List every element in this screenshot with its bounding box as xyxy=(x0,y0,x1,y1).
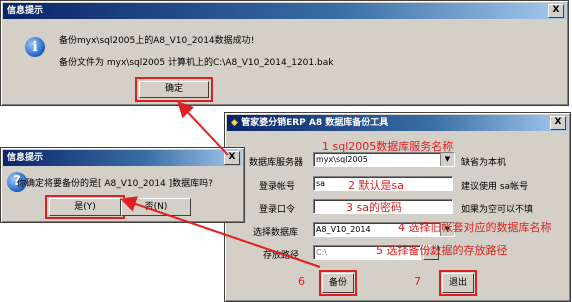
server-hint: 缺省为本机 xyxy=(461,158,507,168)
success-close-button[interactable]: X xyxy=(548,4,564,18)
annotation-1: 1 sql2005数据库服务名称 xyxy=(322,140,454,153)
yes-button[interactable]: 是(Y) xyxy=(49,198,121,216)
success-dialog-title: 信息提示 xyxy=(7,6,44,16)
tool-close-button[interactable]: X xyxy=(550,116,566,130)
chevron-down-icon[interactable]: ▼ xyxy=(440,153,454,166)
annotation-4: 4 选择旧帐套对应的数据库名称 xyxy=(398,221,552,234)
database-value: A8_V10_2014 xyxy=(316,225,371,234)
no-button[interactable]: 否(N) xyxy=(121,198,191,216)
password-hint: 如果为空可以不填 xyxy=(461,205,534,215)
confirm-message: 你确定将要备份的是[ A8_V10_2014 ]数据库吗? xyxy=(17,179,213,189)
account-label: 登录帐号 xyxy=(259,182,296,192)
ok-button[interactable]: 确定 xyxy=(139,81,209,98)
success-dialog: 信息提示 X i 备份myx\sql2005上的A8_V10_2014数据成功!… xyxy=(0,0,569,106)
exit-button[interactable]: 退出 xyxy=(442,273,474,293)
annotation-3: 3 sa的密码 xyxy=(346,201,402,214)
annotation-7: 7 xyxy=(414,275,421,288)
confirm-dialog: 信息提示 X ? 你确定将要备份的是[ A8_V10_2014 ]数据库吗? 是… xyxy=(0,147,245,223)
server-select[interactable]: myx\sql2005 ▼ xyxy=(313,152,455,167)
tool-logo-icon: ◆ xyxy=(231,118,242,128)
server-value: myx\sql2005 xyxy=(316,155,368,164)
server-label: 数据库服务器 xyxy=(249,158,304,168)
path-label: 存放路径 xyxy=(263,251,300,261)
success-line-1: 备份myx\sql2005上的A8_V10_2014数据成功! xyxy=(59,36,255,46)
info-icon: i xyxy=(25,37,45,57)
confirm-dialog-titlebar[interactable]: 信息提示 X xyxy=(3,150,242,166)
backup-tool-titlebar[interactable]: ◆ 管家婆分销ERP A8 数据库备份工具 X xyxy=(227,115,568,131)
confirm-dialog-title: 信息提示 xyxy=(7,153,44,163)
backup-tool-title: 管家婆分销ERP A8 数据库备份工具 xyxy=(241,118,389,128)
annotation-2: 2 默认是sa xyxy=(348,179,404,192)
confirm-close-button[interactable]: X xyxy=(224,151,240,165)
annotation-6: 6 xyxy=(298,275,305,288)
success-line-2: 备份文件为 myx\sql2005 计算机上的C:\A8_V10_2014_12… xyxy=(59,58,334,68)
password-label: 登录口令 xyxy=(259,205,296,215)
success-dialog-titlebar[interactable]: 信息提示 X xyxy=(3,3,566,19)
account-hint: 建议使用 sa帐号 xyxy=(461,182,529,192)
database-label: 选择数据库 xyxy=(253,228,299,238)
annotation-5: 5 选择备份数据的存放路径 xyxy=(376,244,508,257)
backup-button[interactable]: 备份 xyxy=(322,273,354,293)
